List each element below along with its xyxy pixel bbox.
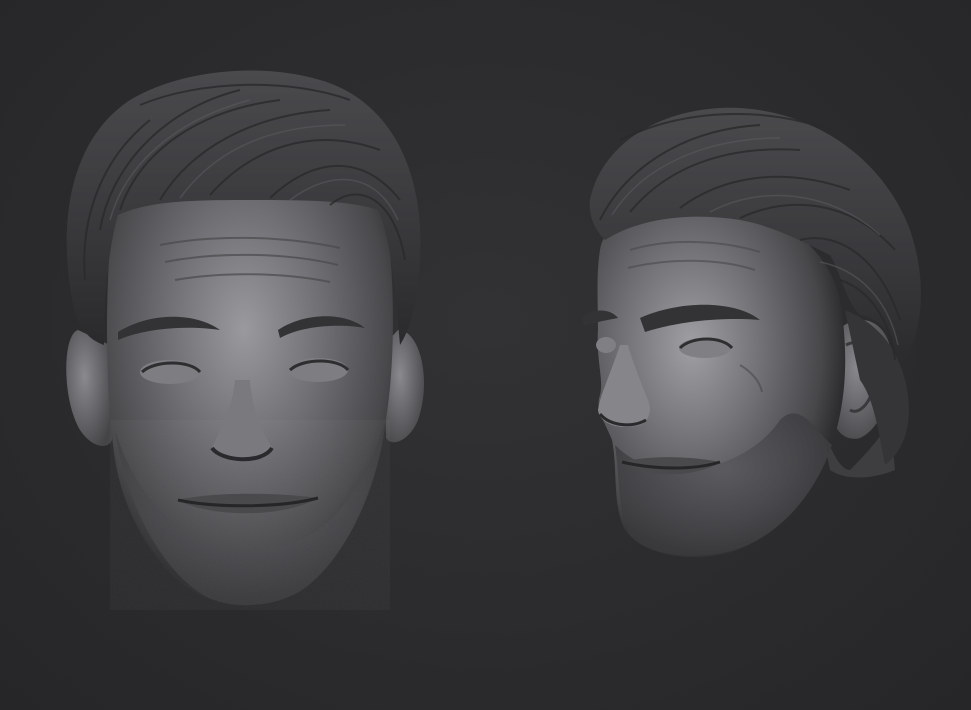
eye-side-far — [596, 337, 616, 353]
head-three-quarter-view — [582, 107, 921, 558]
sculpt-viewport — [0, 0, 971, 710]
head-front-view — [66, 70, 425, 610]
sculpt-canvas — [66, 70, 921, 610]
left-ear — [66, 330, 112, 446]
